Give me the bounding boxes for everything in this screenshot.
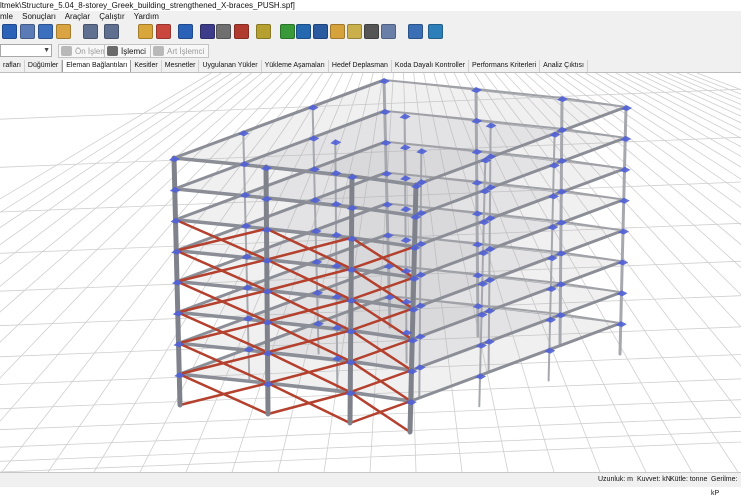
menu-item-results[interactable]: Sonuçları	[22, 12, 56, 21]
tab-performance-criteria[interactable]: Performans Kriterleri	[469, 60, 541, 72]
postprocessor-label: Art İşlemci	[167, 47, 205, 56]
menu-item-run[interactable]: Çalıştır	[99, 12, 124, 21]
tab-loading-stages[interactable]: Yükleme Aşamaları	[262, 60, 329, 72]
tab-applied-loads[interactable]: Uygulanan Yükler	[199, 60, 262, 72]
clipboard-icon[interactable]	[56, 24, 71, 39]
menu-item-tools[interactable]: Araçlar	[65, 12, 90, 21]
status-bar: Uzunluk: m Kuvvet: kN Kütle: tonne Geril…	[0, 472, 741, 497]
module-tabs: rafları Düğümler Eleman Bağlantıları Kesitl…	[0, 60, 741, 73]
menu-bar: mle Sonuçları Araçlar Çalıştır Yardım	[0, 11, 741, 22]
status-mass-unit: Kütle: tonne	[670, 476, 708, 483]
postprocessor-button[interactable]: Art İşlemci	[150, 44, 210, 58]
status-stress-unit: Gerilme: kP	[711, 476, 738, 497]
tab-supports[interactable]: Mesnetler	[162, 60, 200, 72]
library-icon[interactable]	[313, 24, 328, 39]
frame-icon[interactable]	[156, 24, 171, 39]
edit-icon[interactable]	[408, 24, 423, 39]
note-icon[interactable]	[347, 24, 362, 39]
folder-icon[interactable]	[330, 24, 345, 39]
structure-3d-model[interactable]	[0, 73, 741, 472]
book-icon[interactable]	[296, 24, 311, 39]
preview-icon[interactable]	[38, 24, 53, 39]
redo-icon[interactable]	[104, 24, 119, 39]
tab-element-connectivity[interactable]: Eleman Bağlantıları	[62, 60, 132, 72]
tab-sections[interactable]: Kesitler	[131, 60, 162, 72]
settings-icon[interactable]	[216, 24, 231, 39]
status-force-unit: Kuvvet: kN	[637, 476, 671, 483]
menu-item-help[interactable]: Yardım	[134, 12, 159, 21]
processor-label: İşlemci	[121, 47, 146, 56]
status-length-unit: Uzunluk: m	[598, 476, 634, 483]
connect-icon[interactable]	[178, 24, 193, 39]
help-icon[interactable]	[280, 24, 295, 39]
tab-analysis-output[interactable]: Analiz Çıktısı	[540, 60, 589, 72]
menu-item-edit[interactable]: mle	[0, 12, 13, 21]
undo-icon[interactable]	[83, 24, 98, 39]
save-icon[interactable]	[2, 24, 17, 39]
tab-code-checks[interactable]: Koda Dayalı Kontroller	[392, 60, 469, 72]
window-title: ltmek\Structure_5.04_8-storey_Greek_buil…	[0, 0, 741, 11]
brush-icon[interactable]	[256, 24, 271, 39]
unit-icon[interactable]	[200, 24, 215, 39]
tab-target-displacement[interactable]: Hedef Deplasman	[329, 60, 392, 72]
frame-model	[169, 78, 632, 435]
view-combo[interactable]: ▼	[0, 44, 52, 57]
processor-button[interactable]: İşlemci	[104, 44, 151, 58]
chevron-down-icon: ▼	[43, 47, 50, 54]
model-3d-view[interactable]	[0, 73, 741, 472]
check-icon[interactable]	[234, 24, 249, 39]
tools-icon[interactable]	[381, 24, 396, 39]
preprocessor-icon	[61, 46, 72, 56]
grid-icon[interactable]	[138, 24, 153, 39]
tab-nodes[interactable]: Düğümler	[25, 60, 63, 72]
print-icon[interactable]	[20, 24, 35, 39]
postprocessor-icon	[153, 46, 164, 56]
tab-frames[interactable]: rafları	[0, 60, 25, 72]
processor-icon	[107, 46, 118, 56]
film-icon[interactable]	[364, 24, 379, 39]
globe-icon[interactable]	[428, 24, 443, 39]
main-toolbar	[0, 22, 741, 43]
module-toolbar: ▼ Ön İşlemci İşlemci Art İşlemci	[0, 42, 741, 61]
